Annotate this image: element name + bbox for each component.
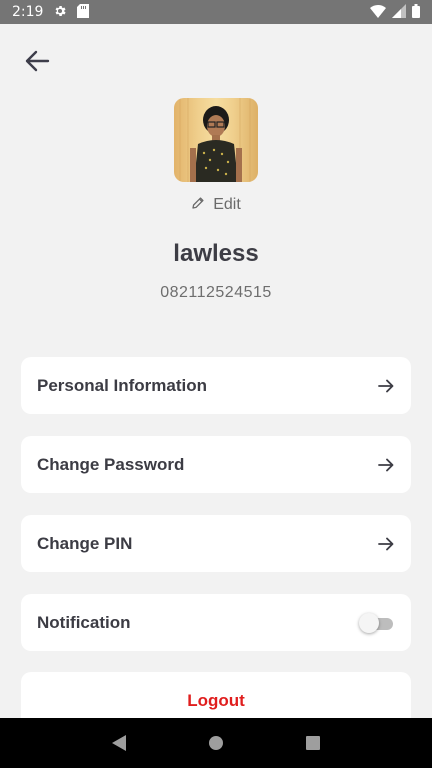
home-circle-icon[interactable] <box>196 723 236 763</box>
wifi-icon <box>370 4 386 21</box>
personal-information-button[interactable]: Personal Information <box>21 357 411 414</box>
back-triangle-icon[interactable] <box>99 723 139 763</box>
arrow-left-icon <box>24 50 50 77</box>
recents-square-icon[interactable] <box>293 723 333 763</box>
toggle-thumb <box>359 612 379 633</box>
gear-icon <box>53 4 67 21</box>
notification-row: Notification <box>21 594 411 651</box>
sd-card-icon <box>77 3 90 21</box>
logout-label: Logout <box>187 690 245 710</box>
phone-number: 082112524515 <box>160 284 272 301</box>
battery-icon <box>412 3 420 21</box>
change-pin-button[interactable]: Change PIN <box>21 515 411 572</box>
back-button[interactable] <box>20 46 54 80</box>
edit-label: Edit <box>213 196 241 213</box>
arrow-right-icon <box>377 535 395 553</box>
menu-item-label: Personal Information <box>37 375 208 395</box>
signal-icon <box>392 3 406 21</box>
arrow-right-icon <box>377 456 395 474</box>
status-time: 2:19 <box>12 4 44 20</box>
status-bar: 2:19 <box>0 0 432 24</box>
username: lawless <box>173 240 259 267</box>
pencil-icon <box>191 196 205 215</box>
edit-profile-button[interactable]: Edit <box>0 194 432 216</box>
menu-item-label: Notification <box>37 612 131 632</box>
menu-item-label: Change Password <box>37 454 185 474</box>
change-password-button[interactable]: Change Password <box>21 436 411 493</box>
menu-item-label: Change PIN <box>37 533 133 553</box>
navigation-bar <box>0 718 432 768</box>
arrow-right-icon <box>377 377 395 395</box>
notification-toggle[interactable] <box>359 612 395 633</box>
avatar <box>174 98 258 182</box>
